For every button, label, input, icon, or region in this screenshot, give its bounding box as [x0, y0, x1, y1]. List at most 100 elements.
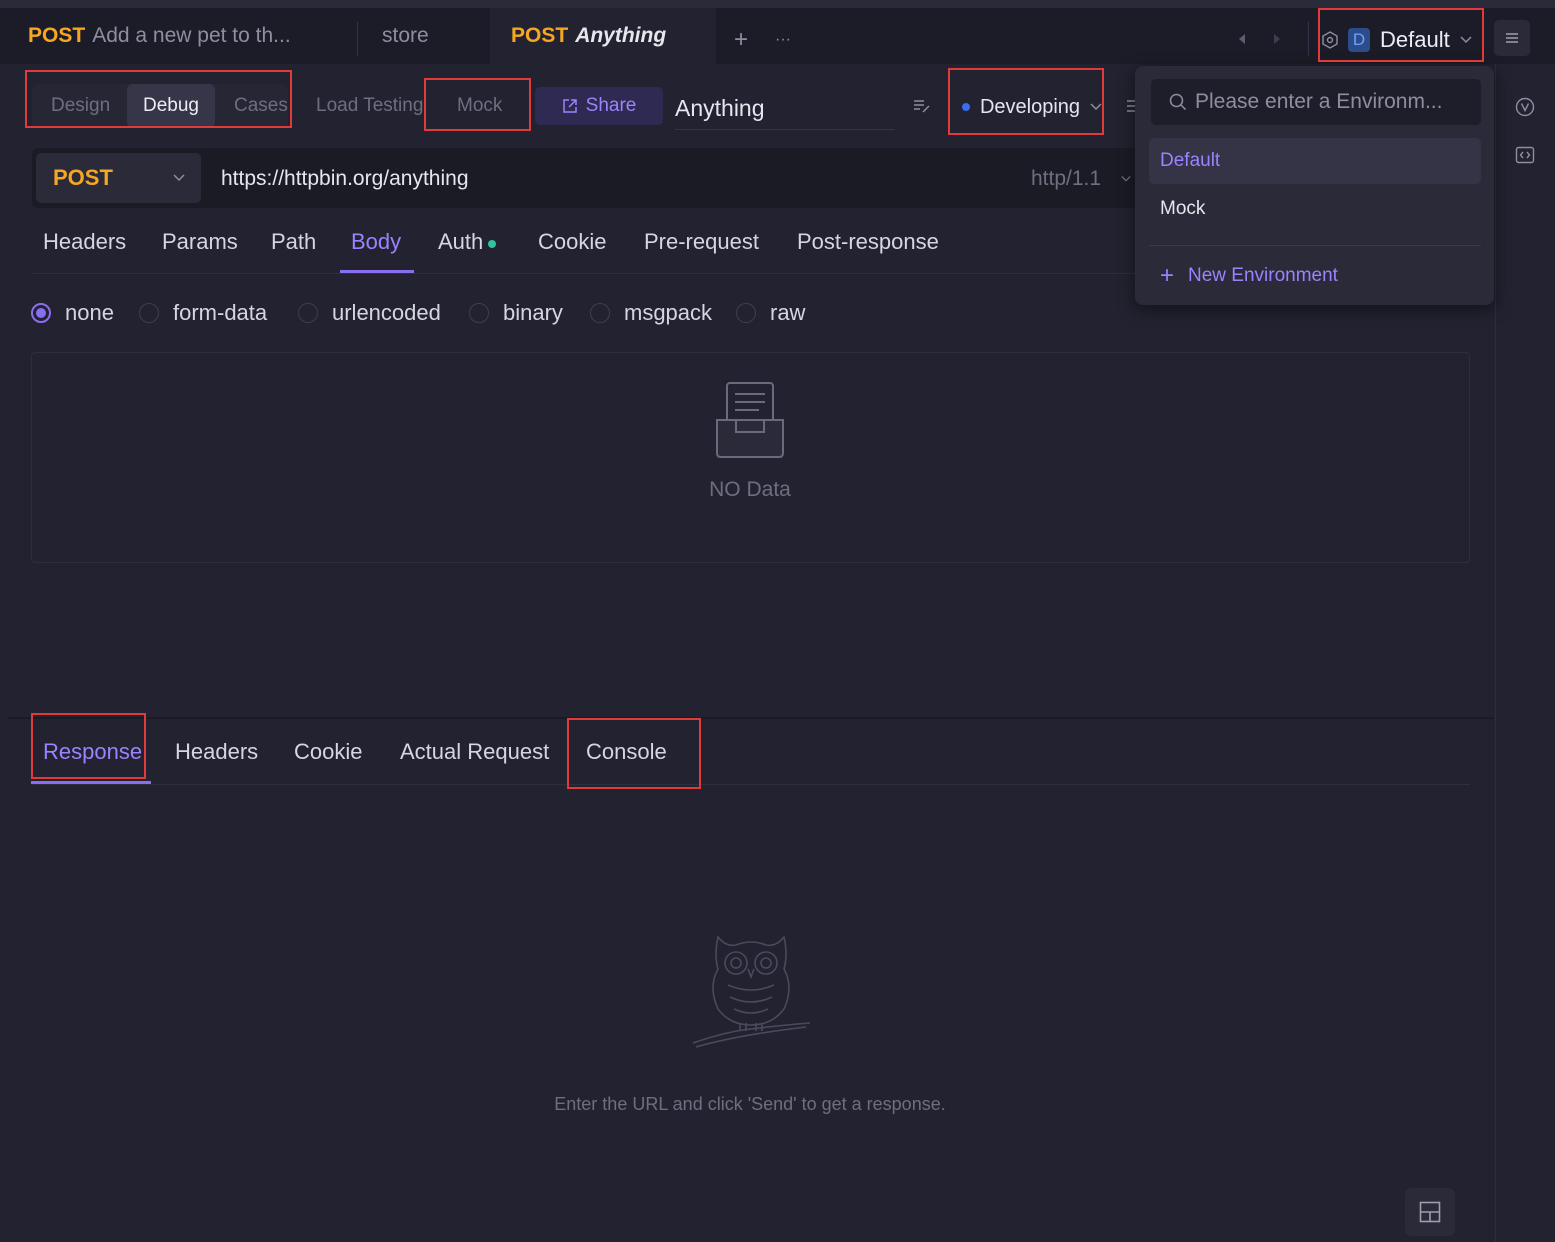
environment-option-default[interactable]: Default: [1149, 138, 1481, 184]
request-tabs-divider: [31, 273, 1141, 274]
search-icon: [1169, 93, 1187, 111]
endpoint-name-input[interactable]: Anything: [675, 88, 895, 130]
response-tabs-divider: [31, 784, 1470, 785]
tab-store[interactable]: store: [382, 8, 429, 64]
method-selector[interactable]: POST: [36, 153, 201, 203]
subtab-debug[interactable]: Debug: [127, 84, 215, 128]
body-type-form-data[interactable]: form-data: [139, 300, 267, 326]
body-type-label: binary: [503, 300, 563, 325]
tab-title: Add a new pet to th...: [92, 24, 291, 47]
version-icon: [1515, 97, 1535, 117]
body-empty-text: NO Data: [709, 478, 791, 501]
tab-console[interactable]: Console: [586, 732, 667, 772]
active-response-tab-indicator: [31, 781, 151, 784]
chevron-down-icon: [173, 174, 185, 182]
plus-icon: +: [733, 26, 748, 53]
version-button[interactable]: [1513, 95, 1537, 119]
tab-cookie[interactable]: Cookie: [538, 222, 606, 262]
caret-right-icon: [1274, 34, 1280, 44]
radio-icon: [298, 303, 318, 323]
radio-icon: [139, 303, 159, 323]
edit-description-button[interactable]: [910, 94, 934, 118]
body-type-raw[interactable]: raw: [736, 300, 805, 326]
more-tabs-button[interactable]: ···: [770, 26, 796, 54]
tab-add-pet[interactable]: POST Add a new pet to th...: [28, 8, 291, 64]
body-type-binary[interactable]: binary: [469, 300, 563, 326]
chevron-down-icon: [1090, 103, 1102, 111]
new-environment-label: New Environment: [1188, 265, 1338, 286]
response-empty-text: Enter the URL and click 'Send' to get a …: [554, 1094, 946, 1114]
menu-button[interactable]: [1494, 20, 1530, 56]
environment-name: Default: [1380, 27, 1450, 52]
environment-icon: [1322, 31, 1338, 49]
layout-icon: [1419, 1201, 1441, 1223]
tab-path[interactable]: Path: [271, 222, 316, 262]
subtab-load-testing[interactable]: Load Testing: [316, 84, 423, 128]
environment-search-input[interactable]: Please enter a Environm...: [1151, 79, 1481, 125]
new-environment-button[interactable]: + New Environment: [1160, 262, 1338, 290]
protocol-selector[interactable]: http/1.1: [1031, 164, 1141, 194]
edit-list-icon: [914, 100, 930, 113]
body-type-label: msgpack: [624, 300, 713, 325]
tab-post-response[interactable]: Post-response: [797, 222, 939, 262]
active-tab-indicator: [340, 270, 414, 273]
body-type-label: none: [65, 300, 114, 325]
subtab-cases[interactable]: Cases: [234, 84, 288, 128]
environment-badge: D: [1348, 28, 1370, 52]
tab-response[interactable]: Response: [43, 732, 142, 772]
body-type-none[interactable]: none: [31, 300, 114, 326]
caret-left-icon: [1239, 34, 1245, 44]
tab-auth[interactable]: Auth: [438, 222, 497, 262]
environment-search-placeholder: Please enter a Environm...: [1195, 90, 1443, 113]
share-icon: [562, 99, 577, 113]
plus-icon: +: [1160, 262, 1175, 289]
status-selector[interactable]: Developing: [950, 86, 1102, 128]
url-input[interactable]: https://httpbin.org/anything: [221, 164, 1001, 194]
tab-params[interactable]: Params: [162, 222, 238, 262]
tab-actual-request[interactable]: Actual Request: [400, 732, 549, 772]
tab-body[interactable]: Body: [351, 222, 401, 262]
status-dot-icon: [962, 103, 970, 111]
radio-selected-icon: [31, 303, 51, 323]
empty-inbox-icon: [716, 382, 784, 458]
protocol-label: http/1.1: [1031, 167, 1102, 190]
radio-icon: [469, 303, 489, 323]
subtab-mock[interactable]: Mock: [457, 84, 502, 128]
auth-status-dot-icon: [488, 239, 497, 248]
body-type-msgpack[interactable]: msgpack: [590, 300, 712, 326]
next-tab-button[interactable]: [1267, 28, 1287, 50]
code-icon: [1515, 146, 1535, 164]
environment-option-mock[interactable]: Mock: [1149, 186, 1481, 232]
tab-method: POST: [511, 24, 569, 47]
hamburger-icon: [1506, 33, 1518, 43]
radio-icon: [736, 303, 756, 323]
tab-method: POST: [28, 24, 86, 47]
add-tab-button[interactable]: +: [728, 26, 754, 54]
prev-tab-button[interactable]: [1232, 28, 1252, 50]
panel-splitter[interactable]: [8, 717, 1494, 719]
tab-pre-request[interactable]: Pre-request: [644, 222, 759, 262]
owl-icon: [692, 935, 811, 1048]
chevron-down-icon: [1460, 36, 1472, 44]
environment-selector[interactable]: D Default: [1318, 20, 1484, 60]
tab-headers[interactable]: Headers: [43, 222, 126, 262]
method-label: POST: [53, 165, 113, 190]
body-type-label: raw: [770, 300, 806, 325]
tab-anything[interactable]: POST Anything: [490, 8, 716, 64]
chevron-down-icon: [1121, 176, 1131, 182]
tab-title: store: [382, 24, 429, 47]
dropdown-divider: [1149, 245, 1481, 246]
tab-response-headers[interactable]: Headers: [175, 732, 258, 772]
body-type-urlencoded[interactable]: urlencoded: [298, 300, 441, 326]
layout-toggle-button[interactable]: [1405, 1188, 1455, 1236]
body-type-label: form-data: [173, 300, 268, 325]
tab-response-cookie[interactable]: Cookie: [294, 732, 362, 772]
body-type-label: urlencoded: [332, 300, 441, 325]
status-label: Developing: [979, 95, 1081, 118]
share-button[interactable]: Share: [535, 87, 663, 125]
radio-icon: [590, 303, 610, 323]
tab-title: Anything: [575, 24, 667, 47]
share-label: Share: [585, 95, 637, 116]
code-button[interactable]: [1513, 143, 1537, 167]
subtab-design[interactable]: Design: [51, 84, 110, 128]
